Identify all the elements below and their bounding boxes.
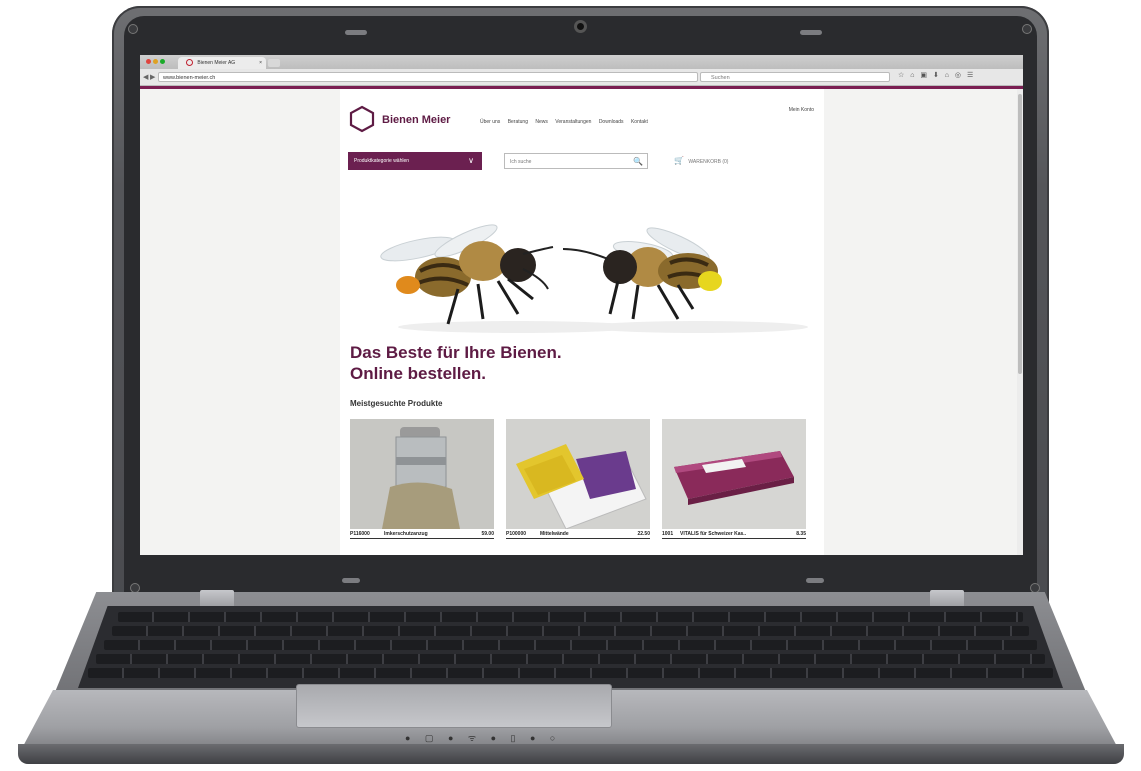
product-price: 22.50 (637, 531, 650, 537)
product-card[interactable]: P100000 Mittelwände 22.50 (506, 419, 650, 539)
product-code: P100000 (506, 531, 527, 537)
product-code: 1001 (662, 531, 674, 537)
hero-headline-line-1: Das Beste für Ihre Bienen. (350, 343, 562, 362)
popular-products-title: Meistgesuchte Produkte (350, 399, 443, 408)
window-maximize-button[interactable] (160, 59, 165, 64)
product-caption: P116000 Imkerschutzanzug 59.00 (350, 530, 494, 539)
bezel-bumper-bottom-left (342, 578, 360, 583)
bezel-bumper-left (345, 30, 367, 35)
key-row (118, 612, 1023, 622)
browser-tab-bar: Bienen Meier AG × (140, 55, 1023, 69)
back-arrow-icon[interactable]: ◀ (143, 73, 148, 81)
browser-tab[interactable]: Bienen Meier AG × (178, 57, 266, 69)
main-navigation: Über uns Beratung News Veranstaltungen D… (480, 119, 654, 125)
key-row (104, 640, 1037, 650)
product-card[interactable]: P116000 Imkerschutzanzug 59.00 (350, 419, 494, 539)
laptop-screen: Bienen Meier AG × ◀ ▶ www.bienen-meier.c… (140, 55, 1023, 555)
nav-item-news[interactable]: News (535, 119, 548, 125)
browser-toolbar-icons[interactable]: ☆ ⌂ ▣ ⬇ ⌂ ◎ ☰ (898, 71, 975, 79)
cart-link[interactable]: 🛒 WARENKORB (0) (674, 156, 728, 165)
product-search-input[interactable]: Ich suche 🔍 (504, 153, 648, 169)
nav-item-downloads[interactable]: Downloads (599, 119, 624, 125)
status-leds: ● ▢ ● ᯤ ● ▯ ● ○ (405, 733, 562, 743)
product-code: P116000 (350, 531, 370, 537)
key-row (96, 654, 1045, 664)
page-scrollbar[interactable] (1017, 89, 1023, 555)
product-image-wax-foundation[interactable] (506, 419, 650, 529)
window-minimize-button[interactable] (153, 59, 158, 64)
key-row (112, 626, 1029, 636)
site-logo-text[interactable]: Bienen Meier (382, 114, 450, 126)
hinge-left (200, 590, 234, 608)
address-bar[interactable]: www.bienen-meier.ch (158, 72, 698, 82)
product-price: 59.00 (481, 531, 494, 537)
scrollbar-thumb[interactable] (1018, 94, 1022, 374)
window-close-button[interactable] (146, 59, 151, 64)
site-favicon-icon (186, 59, 193, 67)
product-caption: 1001 VITALIS für Schweizer Kas.. 8.35 (662, 530, 806, 539)
product-image-vitalis-box[interactable] (662, 419, 806, 529)
product-card[interactable]: 1001 VITALIS für Schweizer Kas.. 8.35 (662, 419, 806, 539)
product-name[interactable]: Imkerschutzanzug (384, 530, 428, 538)
nav-item-ueber-uns[interactable]: Über uns (480, 119, 500, 125)
hexagon-logo-icon[interactable] (348, 105, 376, 133)
hero-bees-image (348, 189, 818, 339)
cart-label: WARENKORB (0) (688, 159, 729, 165)
product-name[interactable]: Mittelwände (540, 530, 569, 538)
webcam (574, 20, 587, 33)
chevron-down-icon: ∨ (468, 156, 474, 165)
bezel-screw-right (1022, 24, 1032, 34)
nav-item-kontakt[interactable]: Kontakt (631, 119, 648, 125)
hinge-right (930, 590, 964, 608)
product-image-protective-suit[interactable] (350, 419, 494, 529)
tab-close-icon[interactable]: × (259, 57, 262, 69)
new-tab-button[interactable] (268, 59, 280, 67)
touchpad[interactable] (296, 684, 612, 728)
bezel-screw-bottom-right (1030, 583, 1040, 593)
bezel-screw-left (128, 24, 138, 34)
browser-search-field[interactable]: Suchen (700, 72, 890, 82)
webpage: Bienen Meier Über uns Beratung News Vera… (340, 89, 824, 555)
product-name[interactable]: VITALIS für Schweizer Kas.. (680, 530, 746, 538)
nav-item-beratung[interactable]: Beratung (508, 119, 528, 125)
hero-headline-line-2: Online bestellen. (350, 364, 487, 383)
key-row (88, 668, 1053, 678)
search-placeholder: Ich suche (510, 159, 532, 165)
tab-title: Bienen Meier AG (197, 60, 236, 66)
browser-toolbar: ◀ ▶ www.bienen-meier.ch Suchen ☆ ⌂ ▣ ⬇ ⌂… (140, 69, 1023, 86)
nav-item-veranstaltungen[interactable]: Veranstaltungen (555, 119, 591, 125)
product-caption: P100000 Mittelwände 22.50 (506, 530, 650, 539)
bezel-screw-bottom-left (130, 583, 140, 593)
forward-arrow-icon[interactable]: ▶ (150, 73, 155, 81)
search-icon[interactable]: 🔍 (633, 154, 643, 170)
bezel-bumper-right (800, 30, 822, 35)
cart-icon: 🛒 (674, 156, 684, 165)
product-price: 8.35 (796, 531, 806, 537)
bezel-bumper-bottom-right (806, 578, 824, 583)
category-dropdown-label: Produktkategorie wählen (354, 158, 410, 164)
hero-headline: Das Beste für Ihre Bienen. Online bestel… (350, 342, 562, 384)
category-dropdown[interactable]: Produktkategorie wählen ∨ (348, 152, 482, 170)
account-link[interactable]: Mein Konto (789, 107, 814, 113)
laptop-front-edge (18, 744, 1124, 764)
